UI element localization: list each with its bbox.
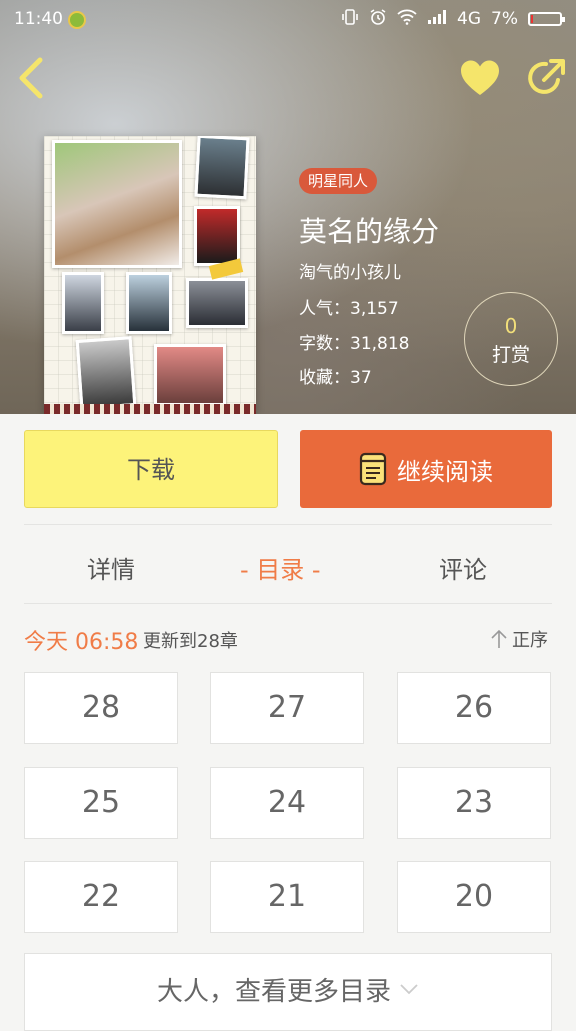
sort-order-button[interactable]: 正序	[490, 626, 548, 652]
signal-icon	[427, 9, 447, 29]
favorite-button[interactable]	[458, 58, 502, 98]
vibrate-icon	[341, 8, 359, 30]
chapter-button[interactable]: 26	[397, 672, 551, 744]
back-button[interactable]	[14, 56, 50, 100]
update-status: 更新到28章	[143, 631, 238, 652]
battery-level	[531, 15, 533, 23]
cover-border-decoration	[44, 404, 256, 414]
divider	[24, 524, 552, 525]
wifi-icon	[397, 9, 417, 29]
chapter-button[interactable]: 28	[24, 672, 178, 744]
update-time: 今天 06:58	[24, 630, 139, 655]
divider	[24, 603, 552, 604]
cover-photo	[52, 140, 182, 268]
book-header: 11:40 4G 7% 明星同人 莫名的缘分 淘气的小孩儿 人气：3,157 字…	[0, 0, 576, 414]
chapter-button[interactable]: 25	[24, 767, 178, 839]
chapter-button[interactable]: 24	[210, 767, 364, 839]
cover-photo	[126, 272, 172, 334]
tab-details[interactable]: 详情	[87, 550, 135, 585]
chevron-down-icon	[400, 984, 418, 995]
chapter-button[interactable]: 23	[397, 767, 551, 839]
chapter-button[interactable]: 22	[24, 861, 178, 933]
book-title: 莫名的缘分	[299, 215, 440, 248]
word-count-stat: 字数：31,818	[299, 334, 410, 354]
cover-photo	[154, 344, 226, 406]
book-cover[interactable]	[44, 136, 256, 414]
popularity-stat: 人气：3,157	[299, 299, 399, 319]
chevron-left-icon	[19, 57, 43, 99]
tip-count: 0	[504, 314, 518, 338]
heart-icon	[461, 60, 499, 95]
book-icon	[359, 452, 387, 486]
cover-photo	[62, 272, 104, 334]
network-type: 4G	[457, 9, 482, 29]
status-bar: 11:40 4G 7%	[0, 0, 576, 40]
share-button[interactable]	[524, 56, 568, 100]
continue-reading-button[interactable]: 继续阅读	[300, 430, 552, 508]
book-author[interactable]: 淘气的小孩儿	[299, 258, 401, 283]
more-catalog-button[interactable]: 大人，查看更多目录	[24, 953, 552, 1031]
favorites-stat: 收藏：37	[299, 368, 372, 388]
continue-reading-label: 继续阅读	[397, 457, 493, 486]
status-time: 11:40	[14, 9, 63, 29]
cover-photo	[186, 278, 248, 328]
share-icon	[528, 59, 565, 94]
app-notification-icon	[68, 11, 86, 29]
chapter-button[interactable]: 21	[210, 861, 364, 933]
category-tag: 明星同人	[299, 168, 378, 194]
battery-percent: 7%	[491, 9, 518, 29]
cover-photo	[194, 136, 250, 200]
tab-catalog[interactable]: - 目录 -	[240, 550, 321, 585]
battery-icon	[528, 12, 565, 26]
more-catalog-label: 大人，查看更多目录	[156, 976, 391, 1007]
tip-button[interactable]: 0 打赏	[464, 292, 558, 386]
cover-photo	[194, 206, 240, 266]
chapter-button[interactable]: 27	[210, 672, 364, 744]
alarm-icon	[369, 8, 387, 30]
arrow-up-icon	[491, 629, 507, 648]
cover-photo	[75, 336, 137, 410]
chapter-button[interactable]: 20	[397, 861, 551, 933]
sort-order-label: 正序	[512, 630, 548, 651]
tab-comments[interactable]: 评论	[439, 550, 487, 585]
tip-label: 打赏	[491, 344, 530, 366]
download-button[interactable]: 下载	[24, 430, 278, 508]
